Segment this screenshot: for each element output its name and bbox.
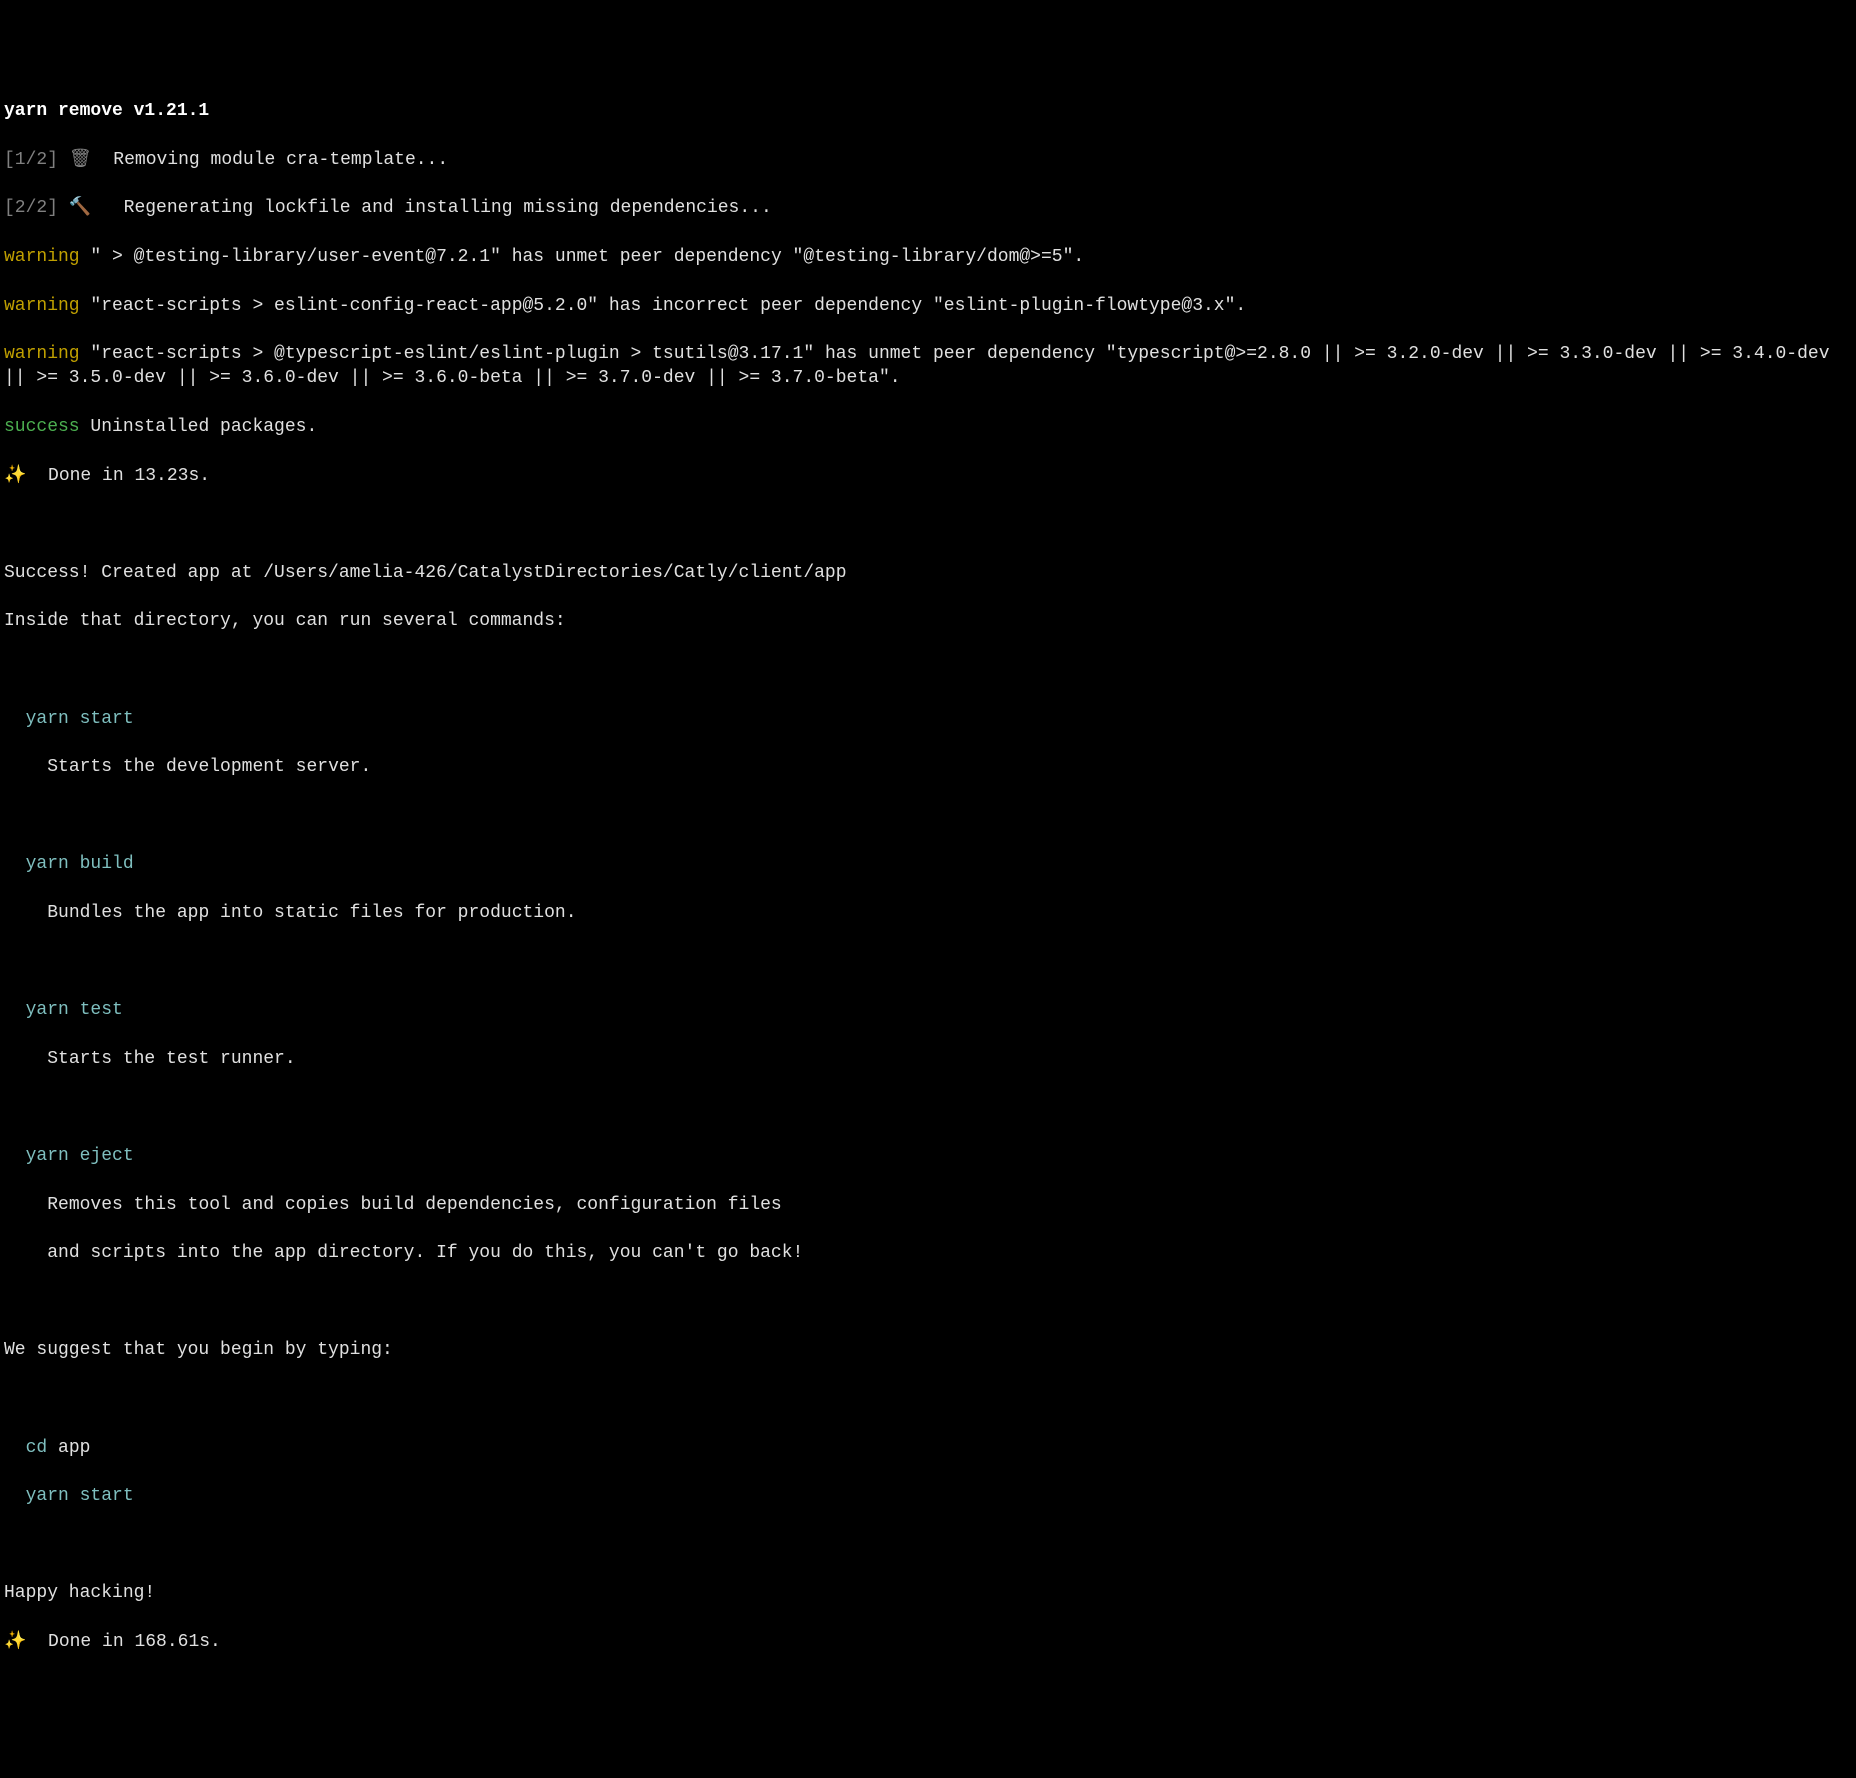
suggest-line: We suggest that you begin by typing: — [4, 1338, 1852, 1362]
step-2-label: [2/2] — [4, 198, 58, 218]
happy-hacking: Happy hacking! — [4, 1581, 1852, 1605]
sparkle-icon-2: ✨ — [4, 1632, 26, 1652]
inside-line: Inside that directory, you can run sever… — [4, 609, 1852, 633]
warning-label-1: warning — [4, 247, 80, 267]
yarn-eject-desc-2: and scripts into the app directory. If y… — [47, 1243, 803, 1263]
warning-text-3: "react-scripts > @typescript-eslint/esli… — [4, 344, 1840, 388]
step-2-text: Regenerating lockfile and installing mis… — [124, 198, 772, 218]
step-1-label: [1/2] — [4, 150, 58, 170]
yarn-header: yarn remove v1.21.1 — [4, 101, 209, 121]
cd-cmd: cd — [26, 1438, 48, 1458]
warning-label-3: warning — [4, 344, 80, 364]
warning-label-2: warning — [4, 296, 80, 316]
sparkle-icon-1: ✨ — [4, 466, 26, 486]
warning-text-1: " > @testing-library/user-event@7.2.1" h… — [80, 247, 1085, 267]
yarn-test-desc: Starts the test runner. — [47, 1049, 295, 1069]
cd-arg: app — [47, 1438, 90, 1458]
step-1-text: Removing module cra-template... — [113, 150, 448, 170]
yarn-start-desc: Starts the development server. — [47, 757, 371, 777]
done-text-2: Done in 168.61s. — [26, 1632, 220, 1652]
success-label: success — [4, 417, 80, 437]
trash-icon: 🗑 — [69, 150, 92, 170]
success-text: Uninstalled packages. — [80, 417, 318, 437]
done-text-1: Done in 13.23s. — [26, 466, 210, 486]
created-line: Success! Created app at /Users/amelia-42… — [4, 561, 1852, 585]
yarn-test-cmd: yarn test — [26, 1000, 123, 1020]
yarn-eject-cmd: yarn eject — [26, 1146, 134, 1166]
warning-text-2: "react-scripts > eslint-config-react-app… — [80, 296, 1247, 316]
yarn-start-typed: yarn start — [26, 1486, 134, 1506]
yarn-build-cmd: yarn build — [26, 854, 134, 874]
yarn-start-cmd: yarn start — [26, 709, 134, 729]
yarn-eject-desc-1: Removes this tool and copies build depen… — [47, 1195, 782, 1215]
hammer-icon: 🔨 — [69, 198, 91, 218]
yarn-build-desc: Bundles the app into static files for pr… — [47, 903, 576, 923]
